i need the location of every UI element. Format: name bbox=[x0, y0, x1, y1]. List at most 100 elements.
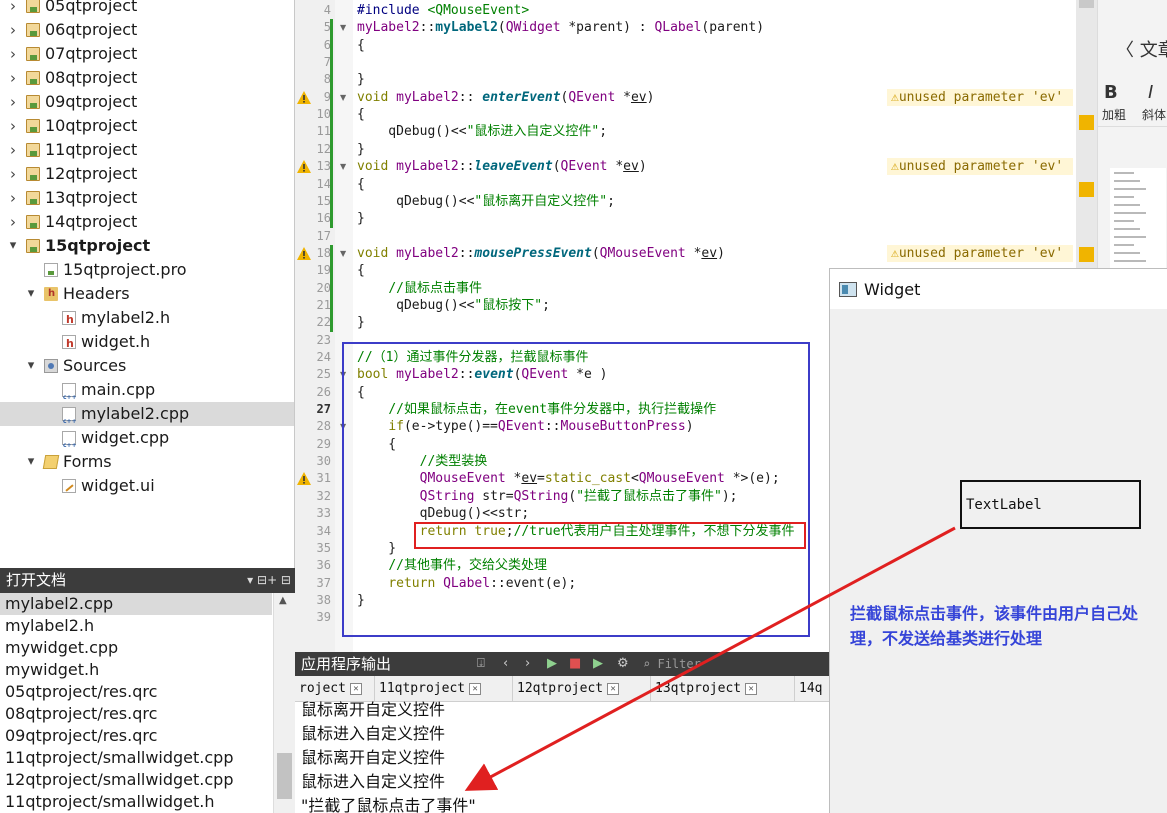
warning-marker[interactable] bbox=[1079, 182, 1094, 197]
back-button[interactable]: 〈 文章 bbox=[1116, 36, 1167, 62]
fold-arrow-icon[interactable]: ▼ bbox=[340, 23, 346, 32]
chevron-right-icon[interactable]: › bbox=[6, 162, 20, 186]
stop-icon[interactable]: ■ bbox=[569, 652, 581, 676]
fold-arrow-icon[interactable]: ▼ bbox=[340, 249, 346, 258]
open-documents-tools[interactable]: ▾ ⊟+ ⊟ bbox=[247, 568, 291, 593]
tree-item[interactable]: widget.cpp bbox=[0, 426, 294, 458]
code-line[interactable]: } bbox=[357, 71, 365, 88]
code-line[interactable]: qDebug()<<"鼠标按下"; bbox=[357, 297, 550, 314]
chevron-down-icon[interactable]: ▾ bbox=[6, 234, 20, 258]
debug-run-icon[interactable]: ▶ bbox=[593, 652, 603, 676]
open-document-item[interactable]: mywidget.h bbox=[0, 659, 272, 681]
text-label[interactable]: TextLabel bbox=[960, 480, 1141, 529]
italic-icon[interactable]: I bbox=[1148, 82, 1153, 103]
open-document-item[interactable]: mylabel2.h bbox=[0, 615, 272, 637]
open-document-item[interactable]: mylabel2.cpp bbox=[0, 593, 272, 615]
tree-item[interactable]: › 12qtproject bbox=[0, 162, 294, 186]
code-line[interactable]: } bbox=[357, 210, 365, 227]
open-document-item[interactable]: 08qtproject/res.qrc bbox=[0, 703, 272, 725]
code-line[interactable]: { bbox=[357, 262, 365, 279]
chevron-right-icon[interactable]: › bbox=[6, 114, 20, 138]
code-line[interactable]: qDebug()<<"鼠标离开自定义控件"; bbox=[357, 193, 615, 210]
code-line[interactable]: } bbox=[357, 141, 365, 158]
tree-item[interactable]: › 07qtproject bbox=[0, 42, 294, 66]
chevron-right-icon[interactable]: › bbox=[6, 42, 20, 66]
prev-icon[interactable]: ‹ bbox=[503, 652, 508, 676]
output-tab[interactable]: 14q bbox=[795, 676, 829, 702]
chevron-right-icon[interactable]: › bbox=[6, 210, 20, 234]
tree-item[interactable]: ▾ Sources bbox=[0, 354, 294, 378]
tree-item[interactable]: › 08qtproject bbox=[0, 66, 294, 90]
close-icon[interactable]: ✕ bbox=[745, 682, 758, 695]
tree-item[interactable]: › 05qtproject bbox=[0, 0, 294, 18]
tree-item[interactable]: main.cpp bbox=[0, 378, 294, 410]
code-line[interactable]: void myLabel2::mousePressEvent(QMouseEve… bbox=[357, 245, 725, 262]
chevron-right-icon[interactable]: › bbox=[6, 0, 20, 18]
chevron-down-icon[interactable]: ▾ bbox=[24, 354, 38, 378]
warning-marker[interactable] bbox=[1079, 247, 1094, 262]
warning-icon[interactable] bbox=[297, 472, 311, 486]
scroll-up-icon[interactable]: ▲ bbox=[279, 595, 287, 606]
attach-icon[interactable]: ⍗ bbox=[477, 652, 485, 676]
code-line[interactable]: //鼠标点击事件 bbox=[357, 280, 482, 297]
tree-item[interactable]: 15qtproject.pro bbox=[0, 258, 294, 282]
chevron-down-icon[interactable]: ▾ bbox=[24, 450, 38, 474]
warning-marker[interactable] bbox=[1079, 115, 1094, 130]
scrollbar-view-indicator[interactable] bbox=[1079, 0, 1094, 8]
warning-icon[interactable] bbox=[297, 90, 311, 104]
chevron-right-icon[interactable]: › bbox=[6, 186, 20, 210]
code-line[interactable]: #include <QMouseEvent> bbox=[357, 2, 529, 19]
close-icon[interactable]: ✕ bbox=[607, 682, 620, 695]
chevron-right-icon[interactable]: › bbox=[6, 66, 20, 90]
tree-item[interactable]: › 11qtproject bbox=[0, 138, 294, 162]
chevron-right-icon[interactable]: › bbox=[6, 138, 20, 162]
open-document-item[interactable]: mywidget.cpp bbox=[0, 637, 272, 659]
tree-item[interactable]: › 06qtproject bbox=[0, 18, 294, 42]
open-document-item[interactable]: 12qtproject/smallwidget.cpp bbox=[0, 769, 272, 791]
code-line[interactable]: void myLabel2::leaveEvent(QEvent *ev) bbox=[357, 158, 647, 175]
code-line[interactable]: myLabel2::myLabel2(QWidget *parent) : QL… bbox=[357, 19, 764, 36]
output-tab[interactable]: 12qtproject ✕ bbox=[513, 676, 651, 702]
tree-item[interactable]: › 10qtproject bbox=[0, 114, 294, 138]
warning-annotation[interactable]: ⚠unused parameter 'ev' bbox=[887, 158, 1073, 176]
tree-item[interactable]: widget.h bbox=[0, 330, 294, 356]
tree-item[interactable]: mylabel2.h bbox=[0, 306, 294, 332]
warning-annotation[interactable]: ⚠unused parameter 'ev' bbox=[887, 88, 1073, 106]
scrollbar-thumb[interactable] bbox=[277, 753, 292, 799]
fold-arrow-icon[interactable]: ▼ bbox=[340, 93, 346, 102]
fold-arrow-icon[interactable]: ▼ bbox=[340, 162, 346, 171]
code-line[interactable]: { bbox=[357, 106, 365, 123]
code-line[interactable]: { bbox=[357, 176, 365, 193]
code-line[interactable]: { bbox=[357, 37, 365, 54]
chevron-right-icon[interactable]: › bbox=[6, 18, 20, 42]
open-document-item[interactable]: 11qtproject/smallwidget.h bbox=[0, 791, 272, 813]
close-icon[interactable]: ✕ bbox=[469, 682, 482, 695]
filter-input[interactable]: ⌕ Filter bbox=[639, 654, 829, 674]
settings-gear-icon[interactable]: ⚙ bbox=[617, 652, 629, 676]
output-tab[interactable]: 13qtproject ✕ bbox=[651, 676, 795, 702]
tree-item[interactable]: ▾ 15qtproject bbox=[0, 234, 294, 258]
tree-item[interactable]: › 13qtproject bbox=[0, 186, 294, 210]
open-documents-scrollbar[interactable]: ▲ bbox=[273, 593, 295, 813]
tree-item[interactable]: widget.ui bbox=[0, 474, 294, 498]
close-icon[interactable]: ✕ bbox=[349, 682, 362, 695]
code-line[interactable]: qDebug()<<"鼠标进入自定义控件"; bbox=[357, 123, 607, 140]
tree-item[interactable]: ▾ Forms bbox=[0, 450, 294, 474]
chevron-down-icon[interactable]: ▾ bbox=[24, 282, 38, 306]
tree-item[interactable]: › 09qtproject bbox=[0, 90, 294, 114]
code-line[interactable]: void myLabel2:: enterEvent(QEvent *ev) bbox=[357, 89, 654, 106]
chevron-right-icon[interactable]: › bbox=[6, 90, 20, 114]
run-icon[interactable]: ▶ bbox=[547, 652, 557, 676]
warning-icon[interactable] bbox=[297, 160, 311, 174]
widget-titlebar[interactable]: Widget bbox=[830, 269, 1167, 309]
next-icon[interactable]: › bbox=[525, 652, 530, 676]
open-document-item[interactable]: 05qtproject/res.qrc bbox=[0, 681, 272, 703]
bold-icon[interactable]: B bbox=[1104, 82, 1118, 103]
tree-item[interactable]: › 14qtproject bbox=[0, 210, 294, 234]
open-document-item[interactable]: 11qtproject/smallwidget.cpp bbox=[0, 747, 272, 769]
code-line[interactable]: } bbox=[357, 314, 365, 331]
warning-annotation[interactable]: ⚠unused parameter 'ev' bbox=[887, 244, 1073, 262]
tree-item[interactable]: mylabel2.cpp bbox=[0, 402, 294, 434]
open-document-item[interactable]: 09qtproject/res.qrc bbox=[0, 725, 272, 747]
tree-item[interactable]: ▾ Headers bbox=[0, 282, 294, 306]
